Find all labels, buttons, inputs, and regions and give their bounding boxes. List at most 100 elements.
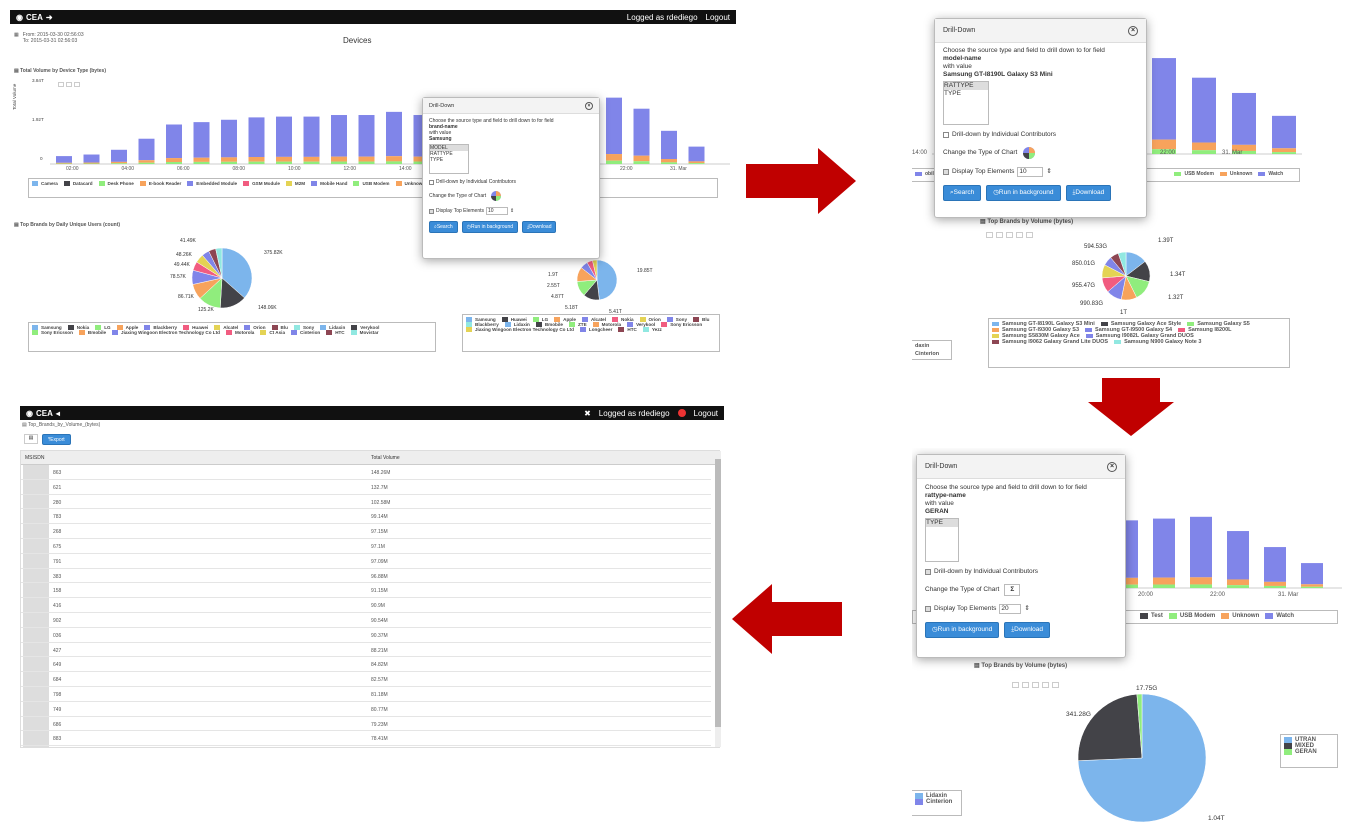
bar-segment[interactable] bbox=[303, 156, 320, 162]
spinner-icon[interactable]: ⇕ bbox=[1046, 168, 1051, 176]
bar-segment[interactable] bbox=[331, 115, 347, 157]
table-row[interactable]: 798 81.18M bbox=[21, 687, 711, 702]
download-button[interactable]: ⤓ Download bbox=[1065, 185, 1112, 201]
legend-item[interactable]: Jiaxing Wingoon Electron Technology Co L… bbox=[466, 327, 574, 332]
legend-item[interactable]: Datacard bbox=[63, 181, 93, 186]
bar-segment[interactable] bbox=[331, 156, 347, 162]
sum-chart-type-icon[interactable]: Σ bbox=[1004, 584, 1021, 596]
drill-field-listbox[interactable]: RATTYPE TYPE bbox=[943, 81, 989, 125]
bar-segment[interactable] bbox=[661, 130, 677, 160]
bar-segment[interactable] bbox=[1264, 547, 1286, 582]
legend-item[interactable]: Unknown bbox=[1219, 171, 1252, 177]
bar-segment[interactable] bbox=[138, 162, 155, 164]
legend-item[interactable]: GSM Module bbox=[243, 181, 280, 186]
table-row[interactable]: 902 90.54M bbox=[21, 613, 711, 628]
device-volume-bar-chart[interactable] bbox=[50, 80, 730, 165]
legend-item[interactable]: Motorola bbox=[225, 330, 254, 335]
legend-item[interactable]: Sony Ericsson bbox=[661, 322, 702, 327]
bar-segment[interactable] bbox=[276, 156, 292, 162]
bar-segment[interactable] bbox=[138, 138, 155, 161]
scrollbar[interactable] bbox=[715, 451, 721, 747]
legend-item[interactable]: Bmobile bbox=[78, 330, 106, 335]
download-button[interactable]: ⤓ Download bbox=[522, 221, 557, 233]
refresh-icon[interactable] bbox=[996, 232, 1003, 238]
bar-segment[interactable] bbox=[606, 160, 622, 164]
legend-item[interactable]: Embedded Module bbox=[187, 181, 237, 186]
legend-item[interactable]: Desk Phone bbox=[98, 181, 134, 186]
contributors-checkbox[interactable] bbox=[925, 569, 931, 575]
bar-segment[interactable] bbox=[193, 122, 210, 158]
back-icon[interactable]: ◂ bbox=[56, 409, 60, 418]
table-row[interactable]: 791 97.09M bbox=[21, 554, 711, 569]
table-row[interactable]: 863 148.26M bbox=[21, 465, 711, 480]
legend-item[interactable]: USB Modem bbox=[1168, 613, 1215, 619]
bar-segment[interactable] bbox=[193, 161, 210, 164]
notification-badge[interactable] bbox=[677, 408, 686, 417]
bar-segment[interactable] bbox=[303, 161, 320, 164]
close-icon[interactable]: × bbox=[585, 101, 593, 110]
listbox-option[interactable]: TYPE bbox=[430, 157, 468, 163]
bar-segment[interactable] bbox=[1190, 516, 1212, 578]
export-button[interactable]: ⤒ Export bbox=[42, 434, 71, 445]
bar-segment[interactable] bbox=[1264, 585, 1286, 588]
bar-segment[interactable] bbox=[633, 161, 650, 164]
close-icon[interactable]: ✖ bbox=[584, 409, 591, 418]
bar-segment[interactable] bbox=[138, 160, 155, 163]
search-button[interactable]: ⌕ Search bbox=[429, 221, 458, 233]
table-row[interactable]: 383 96.88M bbox=[21, 569, 711, 584]
date-range[interactable]: ▦ From: 2015-03-30 02:56:03 To: 2015-03-3… bbox=[14, 32, 84, 44]
rattype-volume-pie[interactable]: 17.75G 341.28G 1.04T bbox=[1032, 676, 1252, 822]
close-icon[interactable]: × bbox=[1128, 25, 1138, 36]
print-icon[interactable] bbox=[1006, 232, 1013, 238]
legend-item[interactable]: Samsung N900 Galaxy Note 3 bbox=[1114, 339, 1201, 345]
bar-segment[interactable] bbox=[358, 115, 375, 157]
top-elements-input[interactable]: 20 bbox=[999, 604, 1022, 614]
bar-segment[interactable] bbox=[688, 163, 705, 164]
contributors-checkbox[interactable] bbox=[429, 179, 434, 185]
bar-segment[interactable] bbox=[248, 157, 265, 162]
bar-segment[interactable] bbox=[633, 155, 650, 162]
table-row[interactable]: 036 90.37M bbox=[21, 628, 711, 643]
legend-item[interactable]: Yezz bbox=[642, 327, 662, 332]
bar-segment[interactable] bbox=[303, 116, 320, 157]
table-row[interactable]: 416 90.9M bbox=[21, 598, 711, 613]
legend-item[interactable]: HTC bbox=[618, 327, 637, 332]
bar-segment[interactable] bbox=[661, 159, 677, 163]
bar-segment[interactable] bbox=[1153, 584, 1175, 588]
models-volume-pie[interactable]: 594.53G 850.01G 955.47G 990.83G 1T 1.32T 1.34T… bbox=[1062, 232, 1192, 322]
brand-logo[interactable]: ◉ CEA ➜ bbox=[16, 13, 53, 22]
run-background-button[interactable]: ◷ Run in background bbox=[986, 185, 1061, 201]
legend-item[interactable]: USB Modem bbox=[1174, 171, 1214, 177]
bar-segment[interactable] bbox=[1153, 518, 1175, 578]
close-icon[interactable]: × bbox=[1107, 461, 1117, 472]
bar-segment[interactable] bbox=[1152, 139, 1176, 150]
bar-segment[interactable] bbox=[386, 161, 402, 164]
bar-segment[interactable] bbox=[1301, 563, 1323, 585]
bar-segment[interactable] bbox=[1264, 581, 1286, 586]
bar-segment[interactable] bbox=[111, 161, 127, 164]
brand-logo[interactable]: ◉ CEA ◂ bbox=[26, 409, 60, 418]
bar-segment[interactable] bbox=[111, 149, 127, 162]
top-elements-input[interactable]: 10 bbox=[486, 207, 508, 215]
arrow-right-icon[interactable]: ➜ bbox=[46, 13, 53, 22]
contributors-checkbox-row[interactable]: Drill-down by Individual Contributors bbox=[925, 568, 1117, 576]
top-elements-checkbox[interactable] bbox=[943, 169, 949, 175]
background-bar-chart[interactable] bbox=[1112, 494, 1342, 589]
table-row[interactable]: 621 132.7M bbox=[21, 480, 711, 495]
search-button[interactable]: ⌕ Search bbox=[943, 185, 982, 201]
legend-item[interactable]: Unknown bbox=[395, 181, 425, 186]
bar-segment[interactable] bbox=[56, 162, 72, 164]
bar-segment[interactable] bbox=[331, 161, 347, 164]
bar-segment[interactable] bbox=[276, 161, 292, 164]
bar-segment[interactable] bbox=[166, 162, 182, 164]
contributors-checkbox[interactable] bbox=[943, 132, 949, 138]
legend-item[interactable]: Watch bbox=[1265, 613, 1294, 619]
bar-segment[interactable] bbox=[276, 116, 292, 157]
bar-segment[interactable] bbox=[193, 157, 210, 162]
pie-chart-type-icon[interactable] bbox=[490, 190, 502, 202]
bar-segment[interactable] bbox=[1301, 584, 1323, 587]
logout-link[interactable]: Logout bbox=[694, 409, 718, 418]
bar-segment[interactable] bbox=[83, 162, 100, 164]
run-background-button[interactable]: ◷ Run in background bbox=[925, 622, 1000, 638]
table-row[interactable]: 883 78.41M bbox=[21, 731, 711, 747]
